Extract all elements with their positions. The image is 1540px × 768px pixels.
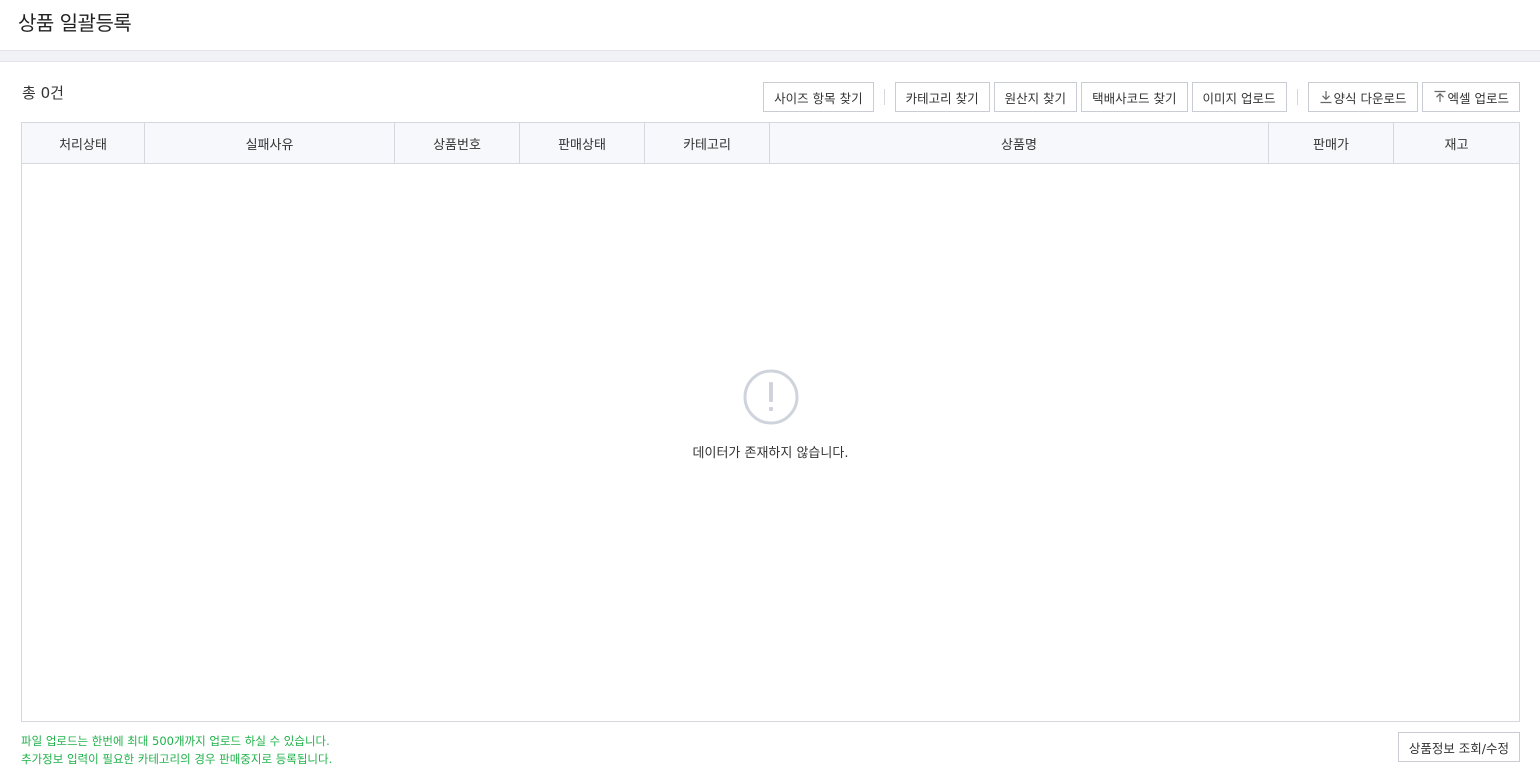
page-header: 상품 일괄등록 <box>0 0 1540 51</box>
column-header-failure-reason[interactable]: 실패사유 <box>145 123 395 163</box>
column-header-sale-status[interactable]: 판매상태 <box>520 123 645 163</box>
toolbar: 사이즈 항목 찾기 카테고리 찾기 원산지 찾기 택배사코드 찾기 이미지 업로… <box>763 82 1520 112</box>
grid-header: 처리상태 실패사유 상품번호 판매상태 카테고리 상품명 판매가 재고 <box>22 123 1519 164</box>
column-header-category[interactable]: 카테고리 <box>645 123 770 163</box>
category-find-button[interactable]: 카테고리 찾기 <box>894 82 990 112</box>
column-header-price[interactable]: 판매가 <box>1269 123 1394 163</box>
toolbar-separator <box>1296 89 1298 105</box>
excel-upload-label: 엑셀 업로드 <box>1447 90 1509 106</box>
excel-upload-button[interactable]: 엑셀 업로드 <box>1421 82 1520 112</box>
page-title: 상품 일괄등록 <box>18 11 132 35</box>
column-header-stock[interactable]: 재고 <box>1394 123 1519 163</box>
total-count: 총 0건 <box>22 84 64 102</box>
column-header-product-number[interactable]: 상품번호 <box>395 123 520 163</box>
template-download-button[interactable]: 양식 다운로드 <box>1307 82 1418 112</box>
courier-code-find-button[interactable]: 택배사코드 찾기 <box>1081 82 1188 112</box>
upload-notes: 파일 업로드는 한번에 최대 500개까지 업로드 하실 수 있습니다. 추가정… <box>21 732 332 768</box>
image-upload-button[interactable]: 이미지 업로드 <box>1191 82 1287 112</box>
empty-message: 데이터가 존재하지 않습니다. <box>692 446 849 461</box>
toolbar-separator <box>883 89 885 105</box>
column-header-status[interactable]: 처리상태 <box>22 123 145 163</box>
empty-state: 데이터가 존재하지 않습니다. <box>22 368 1519 461</box>
size-find-button[interactable]: 사이즈 항목 찾기 <box>763 82 874 112</box>
download-icon <box>1320 91 1332 104</box>
upload-icon <box>1434 90 1446 102</box>
exclamation-circle-icon <box>743 369 798 425</box>
header-divider-band <box>0 51 1540 62</box>
upload-note: 파일 업로드는 한번에 최대 500개까지 업로드 하실 수 있습니다. <box>21 734 330 748</box>
product-grid: 처리상태 실패사유 상품번호 판매상태 카테고리 상품명 판매가 재고 데이터가… <box>21 122 1520 722</box>
template-download-label: 양식 다운로드 <box>1333 90 1407 106</box>
column-header-product-name[interactable]: 상품명 <box>770 123 1269 163</box>
product-info-lookup-edit-button[interactable]: 상품정보 조회/수정 <box>1397 732 1520 762</box>
origin-find-button[interactable]: 원산지 찾기 <box>993 82 1078 112</box>
upload-note: 추가정보 입력이 필요한 카테고리의 경우 판매중지로 등록됩니다. <box>21 752 333 766</box>
